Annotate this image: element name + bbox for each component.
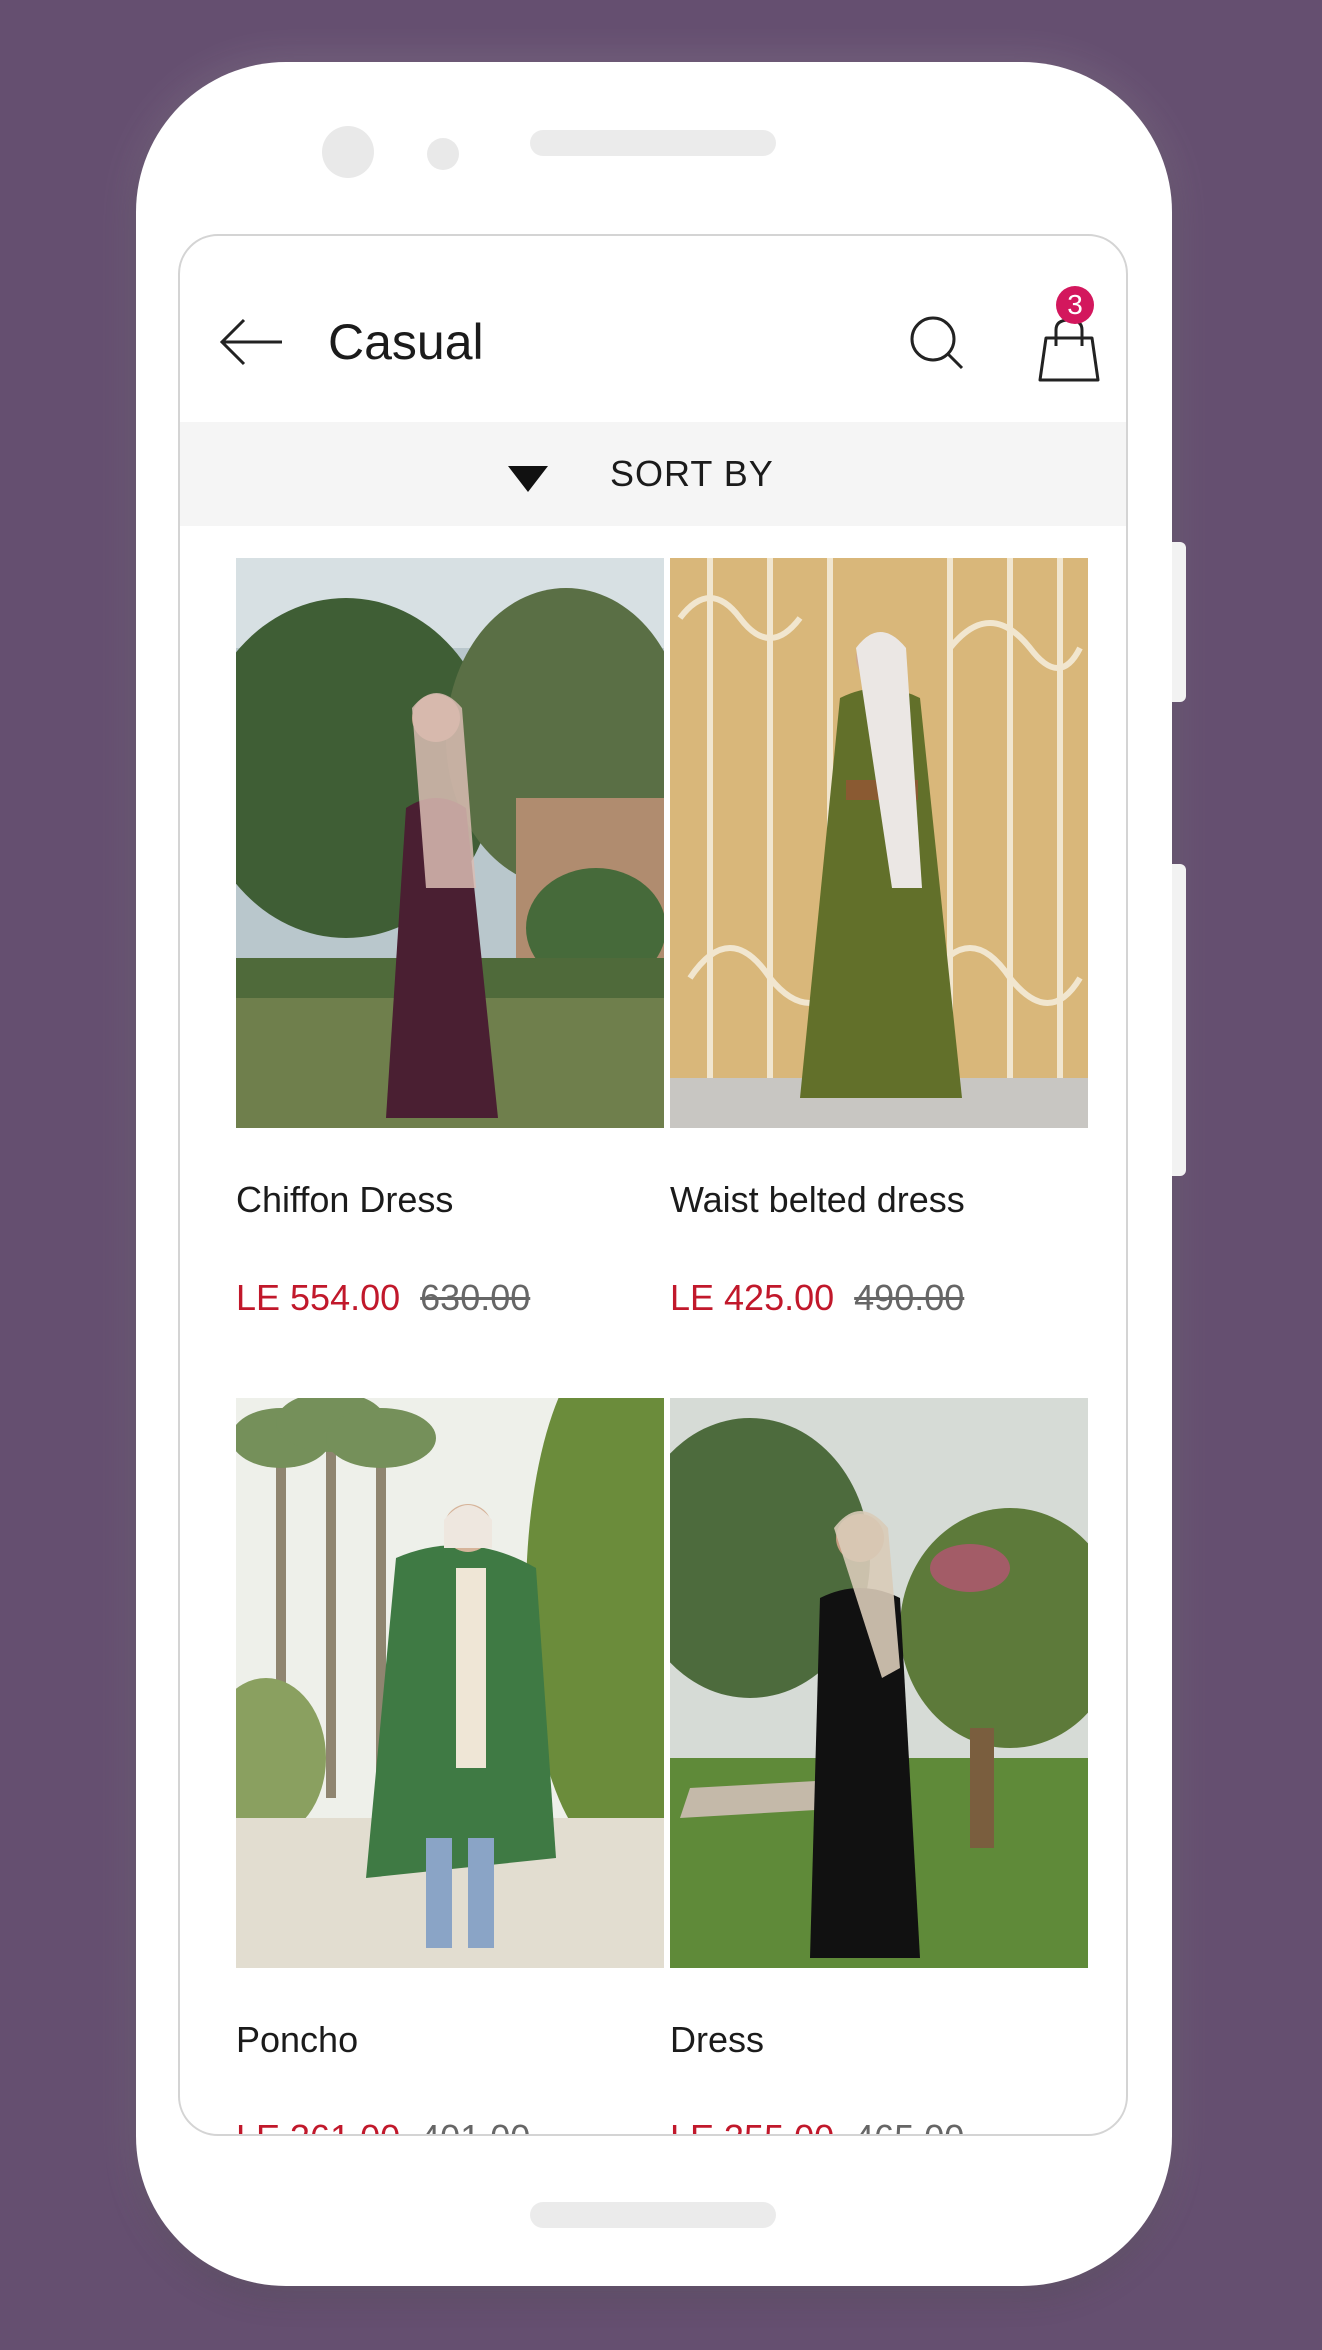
search-button[interactable]: [908, 314, 966, 372]
product-card[interactable]: Poncho LE 361.00 401.00: [236, 1398, 664, 2134]
cart-button[interactable]: [1034, 316, 1104, 384]
original-price: 401.00: [420, 2117, 530, 2134]
product-image[interactable]: [236, 1398, 664, 1968]
product-image[interactable]: [670, 558, 1088, 1128]
cart-count-badge: 3: [1056, 286, 1094, 324]
proximity-sensor: [427, 138, 459, 170]
search-icon: [910, 316, 964, 370]
product-price: LE 361.00 401.00: [236, 2116, 530, 2134]
product-name[interactable]: Waist belted dress: [670, 1178, 965, 1222]
arrow-left-icon: [219, 318, 282, 366]
volume-button: [1172, 542, 1186, 702]
back-button[interactable]: [216, 314, 286, 370]
product-price: LE 425.00 490.00: [670, 1276, 964, 1320]
sale-price: LE 361.00: [236, 2117, 400, 2134]
product-image[interactable]: [236, 558, 664, 1128]
front-camera: [322, 126, 374, 178]
product-name[interactable]: Poncho: [236, 2018, 358, 2062]
shopping-bag-icon: [1038, 318, 1100, 382]
product-name[interactable]: Chiffon Dress: [236, 1178, 453, 1222]
sale-price: LE 554.00: [236, 1277, 401, 1318]
app-screen: Casual 3 SORT BY Chiffon Dress LE 554.00…: [178, 234, 1128, 2136]
original-price: 490.00: [854, 1277, 965, 1318]
product-card[interactable]: Dress LE 355.00 465.00: [670, 1398, 1088, 2134]
home-indicator[interactable]: [530, 2202, 776, 2228]
sort-by-label: SORT BY: [610, 453, 774, 494]
sale-price: LE 425.00: [670, 1277, 835, 1318]
original-price: 630.00: [420, 1277, 531, 1318]
power-button: [1172, 864, 1186, 1176]
product-name[interactable]: Dress: [670, 2018, 764, 2062]
caret-down-icon: [508, 466, 548, 492]
earpiece-speaker: [530, 130, 776, 156]
product-price: LE 355.00 465.00: [670, 2116, 964, 2134]
original-price: 465.00: [854, 2117, 964, 2134]
app-bar: Casual 3: [180, 236, 1126, 422]
product-card[interactable]: Chiffon Dress LE 554.00 630.00: [236, 558, 664, 1358]
sort-by-button[interactable]: SORT BY: [180, 422, 1126, 526]
product-price: LE 554.00 630.00: [236, 1276, 530, 1320]
page-title: Casual: [328, 314, 484, 370]
product-image[interactable]: [670, 1398, 1088, 1968]
sale-price: LE 355.00: [670, 2117, 834, 2134]
product-card[interactable]: Waist belted dress LE 425.00 490.00: [670, 558, 1088, 1358]
